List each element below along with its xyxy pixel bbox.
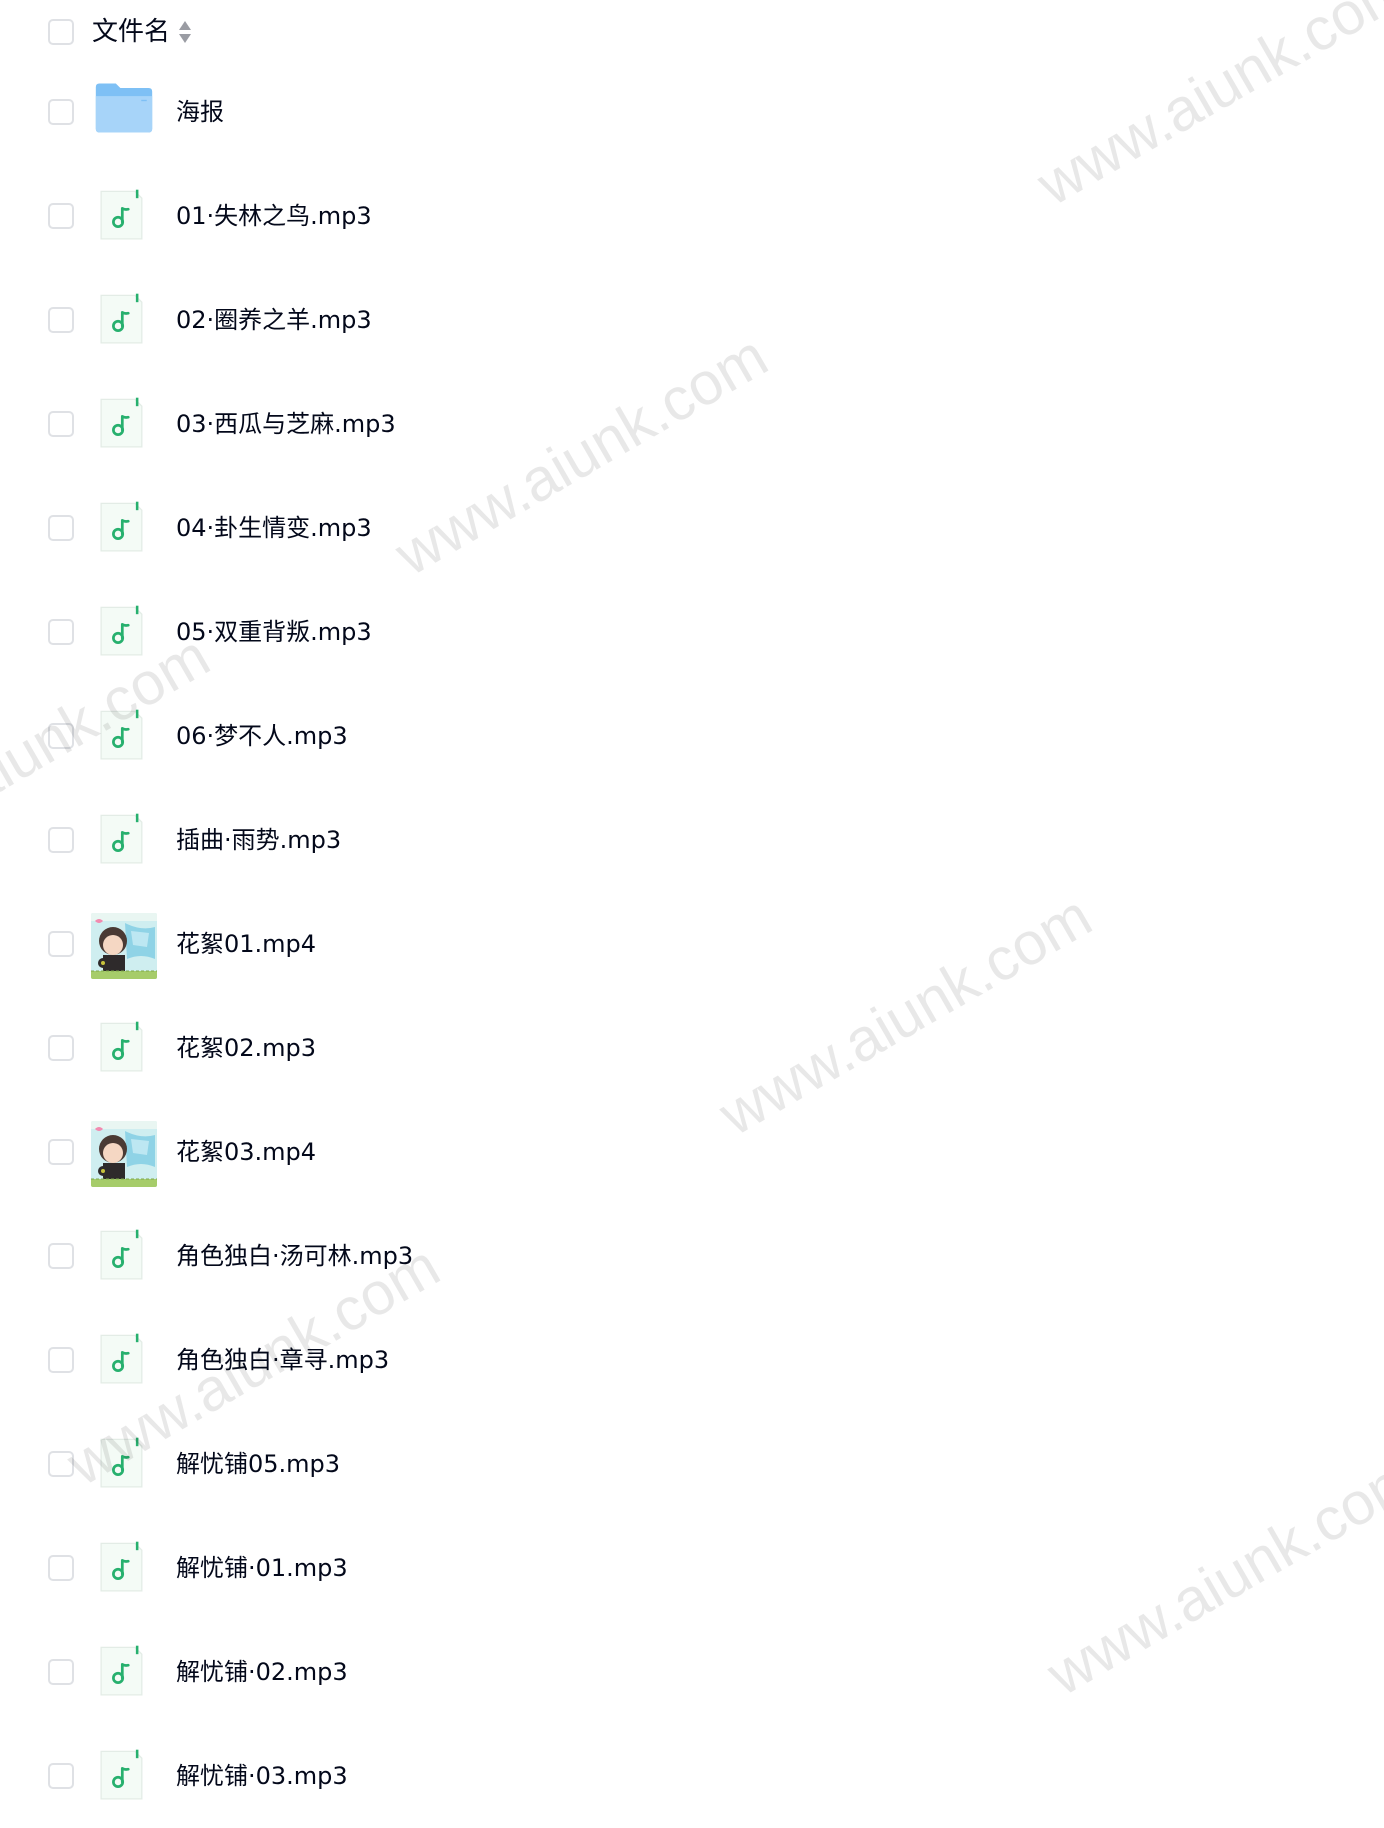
file-list-header: 文件名: [0, 0, 1384, 64]
music-note-icon: [96, 392, 152, 456]
file-name[interactable]: 解忧铺·03.mp3: [176, 1758, 348, 1794]
file-row[interactable]: 解忧铺05.mp3: [0, 1412, 1384, 1516]
music-note-icon: [96, 1432, 152, 1496]
file-row-checkbox[interactable]: [48, 1451, 74, 1477]
music-note-icon: [96, 1016, 152, 1080]
file-name[interactable]: 花絮02.mp3: [176, 1030, 316, 1066]
file-row-checkbox[interactable]: [48, 827, 74, 853]
file-row[interactable]: 03·西瓜与芝麻.mp3: [0, 372, 1384, 476]
column-header-filename[interactable]: 文件名: [92, 14, 170, 50]
file-name[interactable]: 角色独白·章寻.mp3: [176, 1342, 389, 1378]
file-name[interactable]: 03·西瓜与芝麻.mp3: [176, 406, 396, 442]
music-note-icon: [96, 1224, 152, 1288]
file-name[interactable]: 花絮03.mp4: [176, 1134, 316, 1170]
file-row-checkbox[interactable]: [48, 1035, 74, 1061]
file-name[interactable]: 04·卦生情变.mp3: [176, 510, 372, 546]
file-row-checkbox[interactable]: [48, 1347, 74, 1373]
file-row-checkbox[interactable]: [48, 203, 74, 229]
file-row-checkbox[interactable]: [48, 307, 74, 333]
file-row[interactable]: 角色独白·汤可林.mp3: [0, 1204, 1384, 1308]
music-note-icon: [96, 1744, 152, 1808]
file-row[interactable]: 花絮01.mp4: [0, 892, 1384, 996]
file-row[interactable]: 02·圈养之羊.mp3: [0, 268, 1384, 372]
file-row[interactable]: 角色独白·章寻.mp3: [0, 1308, 1384, 1412]
file-name[interactable]: 06·梦不人.mp3: [176, 718, 348, 754]
file-name[interactable]: 插曲·雨势.mp3: [176, 822, 341, 858]
select-all-checkbox[interactable]: [48, 19, 74, 45]
music-note-icon: [96, 1328, 152, 1392]
file-row[interactable]: 海报: [0, 60, 1384, 164]
file-row[interactable]: 解忧铺·02.mp3: [0, 1620, 1384, 1724]
file-row-checkbox[interactable]: [48, 515, 74, 541]
file-row-checkbox[interactable]: [48, 1555, 74, 1581]
file-name[interactable]: 解忧铺·01.mp3: [176, 1550, 348, 1586]
file-row[interactable]: 01·失林之鸟.mp3: [0, 164, 1384, 268]
file-name[interactable]: 海报: [176, 94, 224, 130]
video-thumbnail: [91, 913, 157, 979]
file-row-checkbox[interactable]: [48, 619, 74, 645]
file-name[interactable]: 02·圈养之羊.mp3: [176, 302, 372, 338]
file-row-checkbox[interactable]: [48, 1763, 74, 1789]
file-row-checkbox[interactable]: [48, 931, 74, 957]
file-row-checkbox[interactable]: [48, 1243, 74, 1269]
music-note-icon: [96, 704, 152, 768]
video-thumbnail: [91, 1121, 157, 1187]
folder-icon: [94, 78, 154, 138]
music-note-icon: [96, 496, 152, 560]
music-note-icon: [96, 184, 152, 248]
music-note-icon: [96, 600, 152, 664]
file-row[interactable]: 04·卦生情变.mp3: [0, 476, 1384, 580]
file-row-checkbox[interactable]: [48, 1139, 74, 1165]
file-row[interactable]: 解忧铺·01.mp3: [0, 1516, 1384, 1620]
music-note-icon: [96, 1640, 152, 1704]
sort-updown-icon[interactable]: [177, 19, 193, 45]
file-row-checkbox[interactable]: [48, 411, 74, 437]
file-row-checkbox[interactable]: [48, 1659, 74, 1685]
music-note-icon: [96, 808, 152, 872]
file-row[interactable]: 花絮03.mp4: [0, 1100, 1384, 1204]
file-name[interactable]: 解忧铺05.mp3: [176, 1446, 340, 1482]
file-row[interactable]: 06·梦不人.mp3: [0, 684, 1384, 788]
file-name[interactable]: 解忧铺·02.mp3: [176, 1654, 348, 1690]
file-row[interactable]: 插曲·雨势.mp3: [0, 788, 1384, 892]
file-row-checkbox[interactable]: [48, 99, 74, 125]
file-name[interactable]: 01·失林之鸟.mp3: [176, 198, 372, 234]
file-row[interactable]: 05·双重背叛.mp3: [0, 580, 1384, 684]
file-row[interactable]: 解忧铺·03.mp3: [0, 1724, 1384, 1828]
file-name[interactable]: 角色独白·汤可林.mp3: [176, 1238, 413, 1274]
file-name[interactable]: 05·双重背叛.mp3: [176, 614, 372, 650]
file-name[interactable]: 花絮01.mp4: [176, 926, 316, 962]
music-note-icon: [96, 1536, 152, 1600]
music-note-icon: [96, 288, 152, 352]
file-row[interactable]: 花絮02.mp3: [0, 996, 1384, 1100]
file-row-checkbox[interactable]: [48, 723, 74, 749]
